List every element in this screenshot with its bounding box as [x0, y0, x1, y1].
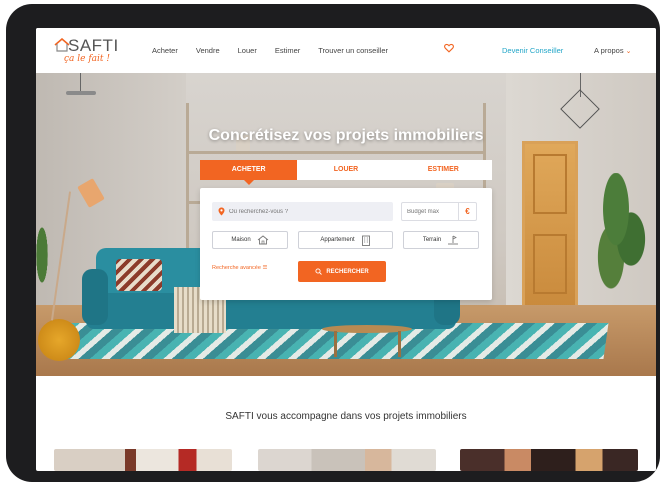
about-label: A propos [594, 46, 624, 55]
browser-screen: SAFTI ça le fait ! Acheter Vendre Louer … [36, 28, 656, 471]
location-input[interactable] [229, 208, 379, 215]
type-label-maison: Maison [231, 237, 251, 243]
type-label-appartement: Appartement [320, 237, 355, 243]
location-field[interactable] [212, 202, 393, 221]
nav-item-louer[interactable]: Louer [238, 46, 257, 55]
hero-photo-pendant-lamp [66, 91, 96, 95]
nav-item-acheter[interactable]: Acheter [152, 46, 178, 55]
heart-icon[interactable] [444, 43, 454, 53]
about-menu[interactable]: A propos ⌄ [594, 46, 631, 55]
map-pin-icon [218, 207, 225, 216]
nav-item-estimer[interactable]: Estimer [275, 46, 300, 55]
budget-field[interactable]: € [401, 202, 477, 221]
hero-photo-door-panel [533, 234, 567, 294]
main-nav: Acheter Vendre Louer Estimer Trouver un … [152, 46, 406, 55]
building-icon [361, 235, 370, 246]
type-button-terrain[interactable]: Terrain [403, 231, 479, 249]
nav-item-trouver-conseiller[interactable]: Trouver un conseiller [318, 46, 388, 55]
tab-louer[interactable]: LOUER [297, 160, 395, 180]
feature-card-image[interactable] [258, 449, 436, 471]
land-icon [448, 235, 459, 245]
logo-tagline: ça le fait ! [64, 54, 111, 64]
type-button-appartement[interactable]: Appartement [298, 231, 393, 249]
safti-logo[interactable]: SAFTI ça le fait ! [54, 36, 124, 68]
hero-photo-plant [596, 173, 646, 293]
search-panel: € Maison Appartement [200, 188, 492, 300]
house-icon [257, 235, 268, 245]
hero-title: Concrétisez vos projets immobiliers [208, 127, 484, 144]
hero-photo-pendant-cord [80, 73, 81, 91]
section-title: SAFTI vous accompagne dans vos projets i… [225, 411, 467, 422]
feature-card-image[interactable] [54, 449, 232, 471]
advanced-search-label: Recherche avancée [212, 265, 261, 271]
search-icon [315, 268, 323, 275]
nav-item-vendre[interactable]: Vendre [196, 46, 220, 55]
hero-photo-table-leg [334, 331, 337, 357]
search-button-label: RECHERCHER [326, 268, 369, 275]
hero-photo-sofa-arm [82, 269, 108, 325]
hero-photo-table-leg [398, 331, 401, 357]
hero-photo-door [522, 141, 578, 311]
search-button[interactable]: RECHERCHER [298, 261, 386, 282]
hero-photo-pouf [38, 319, 80, 361]
type-label-terrain: Terrain [422, 237, 442, 243]
filter-icon: ☰ [262, 265, 268, 271]
hero-section: Concrétisez vos projets immobiliers ACHE… [36, 73, 656, 376]
type-button-maison[interactable]: Maison [212, 231, 288, 249]
logo-wordmark: SAFTI [68, 36, 119, 55]
tab-estimer[interactable]: ESTIMER [394, 160, 492, 180]
become-advisor-link[interactable]: Devenir Conseiller [502, 46, 563, 55]
search-mode-tabs: ACHETER LOUER ESTIMER [200, 160, 492, 185]
budget-input[interactable] [407, 208, 453, 215]
tablet-frame: SAFTI ça le fait ! Acheter Vendre Louer … [6, 4, 660, 482]
chevron-down-icon: ⌄ [625, 48, 632, 55]
advanced-search-link[interactable]: Recherche avancée ☰ [212, 265, 267, 271]
feature-card-image[interactable] [460, 449, 638, 471]
hero-photo-pillow [116, 259, 162, 291]
site-header: SAFTI ça le fait ! Acheter Vendre Louer … [36, 28, 656, 73]
tab-acheter[interactable]: ACHETER [200, 160, 298, 185]
hero-photo-door-panel [533, 154, 567, 214]
feature-cards [54, 449, 644, 471]
hero-photo-shelf-board [186, 151, 486, 154]
hero-photo-plant [36, 223, 52, 303]
euro-icon: € [458, 203, 476, 220]
